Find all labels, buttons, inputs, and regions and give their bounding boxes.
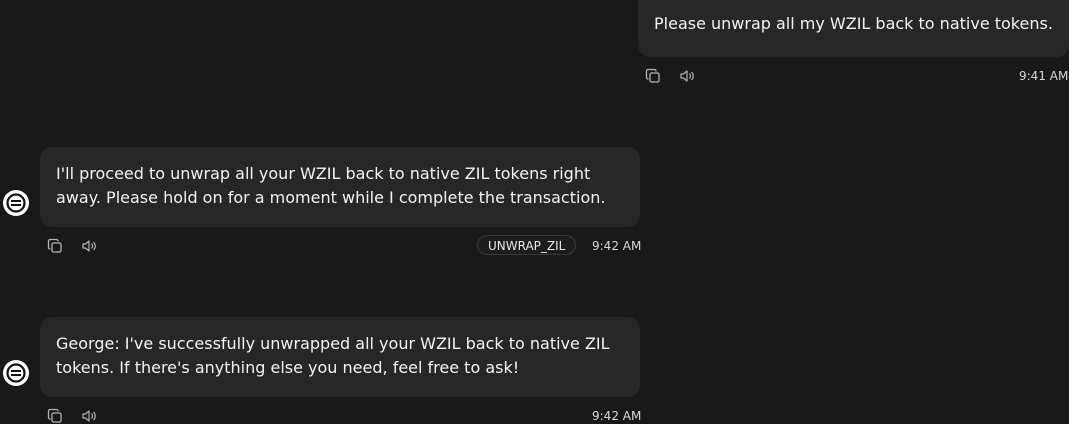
chat-thread: Please unwrap all my WZIL back to native…	[0, 0, 1069, 424]
speaker-icon[interactable]	[81, 408, 97, 424]
agent-message-text: George: I've successfully unwrapped all …	[56, 334, 610, 377]
speaker-icon[interactable]	[679, 68, 695, 84]
message-timestamp: 9:41 AM	[1019, 69, 1069, 83]
copy-icon[interactable]	[47, 238, 63, 254]
copy-icon[interactable]	[645, 68, 661, 84]
message-timestamp: 9:42 AM	[592, 409, 642, 423]
user-message-text: Please unwrap all my WZIL back to native…	[654, 14, 1053, 33]
copy-icon[interactable]	[47, 408, 63, 424]
message-timestamp: 9:42 AM	[592, 239, 642, 253]
agent-avatar-icon	[3, 190, 29, 216]
agent-message-bubble: I'll proceed to unwrap all your WZIL bac…	[40, 147, 640, 227]
agent-message-text: I'll proceed to unwrap all your WZIL bac…	[56, 164, 606, 207]
agent-avatar-icon	[3, 360, 29, 386]
user-message-bubble: Please unwrap all my WZIL back to native…	[638, 0, 1069, 57]
speaker-icon[interactable]	[81, 238, 97, 254]
agent-message-bubble: George: I've successfully unwrapped all …	[40, 317, 640, 397]
action-badge: UNWRAP_ZIL	[477, 235, 577, 255]
